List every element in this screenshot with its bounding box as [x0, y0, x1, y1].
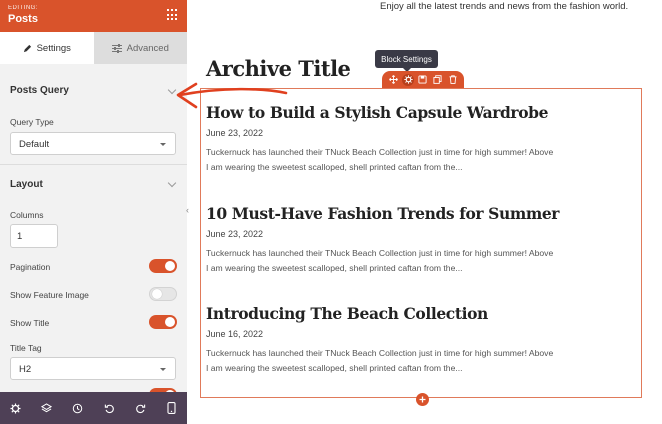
block-toolbar [382, 71, 464, 88]
panel-body: Posts Query Query Type Default Layout Co… [0, 64, 187, 392]
pencil-icon [23, 44, 31, 52]
show-title-label: Show Title [10, 318, 50, 328]
section-divider [0, 164, 187, 165]
plus-icon [419, 396, 426, 403]
block-settings-icon[interactable] [402, 73, 415, 86]
title-tag-value: H2 [19, 364, 32, 375]
collapse-panel-handle[interactable]: ‹ [186, 205, 194, 221]
undo-icon[interactable] [101, 400, 117, 416]
trash-icon[interactable] [447, 74, 459, 86]
title-tag-label: Title Tag [10, 343, 42, 353]
grid-menu-icon[interactable] [167, 9, 179, 21]
section-posts-query-title[interactable]: Posts Query [10, 85, 69, 96]
panel-tabs: Settings Advanced [0, 32, 187, 64]
post-excerpt-line: Tuckernuck has launched their TNuck Beac… [206, 147, 554, 157]
post-excerpt-line: Tuckernuck has launched their TNuck Beac… [206, 348, 554, 358]
pagination-label: Pagination [10, 262, 51, 272]
panel-header: EDITING: Posts [0, 0, 187, 32]
post-excerpt-line: I am wearing the sweetest scalloped, she… [206, 363, 463, 373]
tab-advanced-label: Advanced [126, 42, 169, 54]
move-icon[interactable] [387, 74, 399, 86]
post-date: June 23, 2022 [206, 229, 264, 239]
chevron-down-icon[interactable] [167, 178, 177, 188]
post-excerpt-line: I am wearing the sweetest scalloped, she… [206, 263, 463, 273]
feature-image-toggle[interactable] [149, 287, 177, 301]
post-item: How to Build a Stylish Capsule Wardrobe … [206, 103, 636, 175]
post-date: June 16, 2022 [206, 329, 264, 339]
sliders-icon [111, 43, 122, 53]
chevron-down-icon[interactable] [167, 85, 177, 95]
post-excerpt-line: I am wearing the sweetest scalloped, she… [206, 162, 463, 172]
settings-panel: EDITING: Posts Settings Advanced Posts Q… [0, 0, 187, 424]
pagination-toggle[interactable] [149, 259, 177, 273]
post-item: 10 Must-Have Fashion Trends for Summer J… [206, 204, 636, 276]
post-item: Introducing The Beach Collection June 16… [206, 304, 636, 376]
panel-footer-toolbar [0, 392, 187, 424]
query-type-value: Default [19, 139, 50, 150]
title-tag-select[interactable]: H2 [10, 357, 176, 380]
post-excerpt-line: Tuckernuck has launched their TNuck Beac… [206, 248, 554, 258]
layers-icon[interactable] [39, 400, 55, 416]
show-title-toggle[interactable] [149, 315, 177, 329]
block-settings-tooltip: Block Settings [375, 50, 438, 72]
post-excerpt: Tuckernuck has launched their TNuck Beac… [206, 246, 636, 276]
mobile-icon[interactable] [163, 400, 179, 416]
query-type-select[interactable]: Default [10, 132, 176, 155]
panel-title: Posts [8, 13, 38, 25]
gear-icon[interactable] [8, 400, 24, 416]
feature-image-label: Show Feature Image [10, 290, 89, 300]
query-type-label: Query Type [10, 117, 54, 127]
post-title[interactable]: Introducing The Beach Collection [206, 304, 636, 323]
save-template-icon[interactable] [417, 74, 429, 86]
section-layout-title[interactable]: Layout [10, 179, 43, 190]
caret-down-icon [160, 368, 166, 371]
post-title[interactable]: How to Build a Stylish Capsule Wardrobe [206, 103, 636, 122]
tab-settings-label: Settings [36, 42, 71, 54]
caret-down-icon [160, 143, 166, 146]
post-title[interactable]: 10 Must-Have Fashion Trends for Summer [206, 204, 636, 223]
post-date: June 23, 2022 [206, 128, 264, 138]
columns-label: Columns [10, 210, 44, 220]
post-excerpt: Tuckernuck has launched their TNuck Beac… [206, 145, 636, 175]
archive-title: Archive Title [206, 56, 351, 81]
tab-settings[interactable]: Settings [0, 32, 94, 64]
post-excerpt: Tuckernuck has launched their TNuck Beac… [206, 346, 636, 376]
duplicate-icon[interactable] [432, 74, 444, 86]
redo-icon[interactable] [132, 400, 148, 416]
history-icon[interactable] [70, 400, 86, 416]
columns-input[interactable]: 1 [10, 224, 58, 248]
tab-advanced[interactable]: Advanced [93, 32, 187, 64]
add-block-button[interactable] [416, 393, 429, 406]
site-tagline: Enjoy all the latest trends and news fro… [380, 1, 629, 12]
editing-label: EDITING: [8, 5, 39, 11]
